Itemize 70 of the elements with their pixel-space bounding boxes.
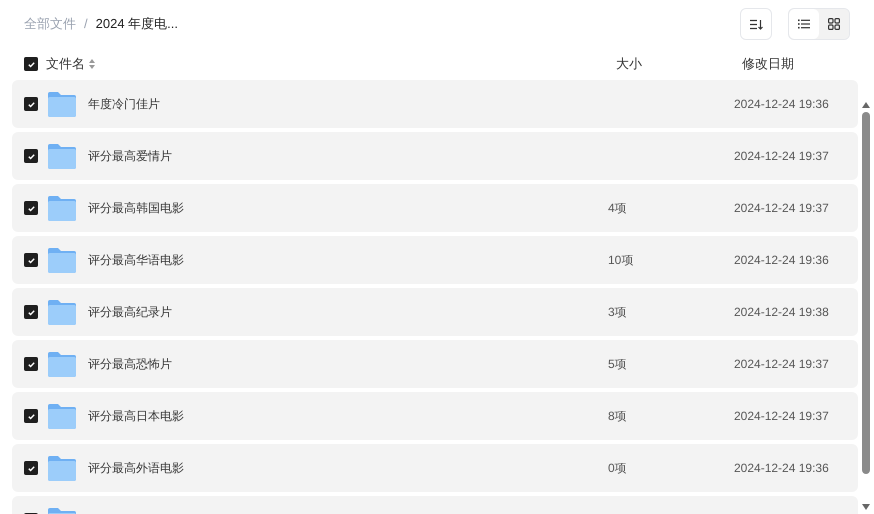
checkbox[interactable] [24, 97, 38, 111]
folder-icon [47, 195, 77, 221]
check-icon [26, 360, 36, 368]
checkbox[interactable] [24, 409, 38, 423]
folder-icon [47, 351, 77, 377]
modified-date: 2024-12-24 19:36 [734, 460, 829, 477]
column-header[interactable]: 文件名 [46, 54, 85, 74]
check-icon [26, 100, 36, 108]
check-icon [26, 464, 36, 472]
checkbox[interactable] [24, 461, 38, 475]
folder-icon [47, 455, 77, 481]
modified-date: 2024-12-24 19:37 [734, 200, 829, 217]
file-name: 评分最高日本电影 [88, 409, 184, 423]
file-row[interactable]: 评分最高外语电影 0项 2024-12-24 19:36 [12, 444, 858, 492]
checkbox[interactable] [24, 201, 38, 215]
file-name: 评分最高纪录片 [88, 305, 172, 319]
file-row[interactable]: 评分最高纪录片 3项 2024-12-24 19:38 [12, 288, 858, 336]
file-name: 评分最高外语电影 [88, 461, 184, 475]
file-row[interactable]: 评分最高恐怖片 5项 2024-12-24 19:37 [12, 340, 858, 388]
scrollbar-thumb[interactable] [862, 112, 870, 474]
folder-icon [47, 91, 77, 117]
file-row[interactable]: 评分最高爱情片 2024-12-24 19:37 [12, 132, 858, 180]
file-name: 评分最高韩国电影 [88, 201, 184, 215]
folder-icon [47, 403, 77, 429]
file-name: 年度冷门佳片 [88, 97, 160, 111]
checkbox[interactable] [24, 357, 38, 371]
scroll-down-icon[interactable] [862, 504, 870, 510]
checkbox[interactable] [24, 253, 38, 267]
breadcrumb-item: 2024 年度电... [96, 15, 178, 34]
folder-icon [47, 143, 77, 169]
file-size: 3项 [608, 305, 627, 319]
file-size: 5项 [608, 357, 627, 371]
sort-icon [750, 18, 762, 30]
check-icon [26, 152, 36, 160]
modified-date: 2024-12-24 19:36 [734, 252, 829, 269]
file-size: 4项 [608, 201, 627, 215]
list-view-button[interactable] [789, 9, 819, 39]
modified-date: 2024-12-24 19:38 [734, 304, 829, 321]
check-icon [26, 204, 36, 212]
file-row[interactable]: 评分最高韩国电影 4项 2024-12-24 19:37 [12, 184, 858, 232]
checkbox[interactable] [24, 149, 38, 163]
modified-date: 2024-12-24 19:36 [734, 96, 829, 113]
file-name: 评分最高爱情片 [88, 149, 172, 163]
check-icon [26, 256, 36, 264]
folder-icon [47, 299, 77, 325]
list-icon [798, 19, 810, 29]
scroll-up-icon[interactable] [862, 102, 870, 108]
column-header: 大小 [616, 55, 643, 74]
grid-icon [828, 18, 840, 30]
check-icon [26, 60, 36, 68]
check-icon [26, 308, 36, 316]
folder-icon [47, 247, 77, 273]
file-row[interactable]: 评分最高日本电影 8项 2024-12-24 19:37 [12, 392, 858, 440]
file-name: 评分最高华语电影 [88, 253, 184, 267]
checkbox[interactable] [24, 305, 38, 319]
file-size: 0项 [608, 461, 627, 475]
breadcrumb-separator: / [84, 15, 88, 34]
file-row[interactable]: 年度冷门佳片 2024-12-24 19:36 [12, 80, 858, 128]
file-size: 8项 [608, 409, 627, 423]
file-row[interactable]: 评分最高华语电影 10项 2024-12-24 19:36 [12, 236, 858, 284]
modified-date: 2024-12-24 19:37 [734, 148, 829, 165]
modified-date: 2024-12-24 19:37 [734, 356, 829, 373]
file-size: 10项 [608, 253, 634, 267]
file-name: 评分最高恐怖片 [88, 357, 172, 371]
sort-button[interactable] [740, 8, 772, 40]
column-header[interactable]: 修改日期 [742, 54, 794, 74]
check-icon [26, 412, 36, 420]
modified-date: 2024-12-24 19:37 [734, 408, 829, 425]
sort-icon[interactable] [89, 59, 95, 69]
checkbox[interactable] [24, 57, 38, 71]
